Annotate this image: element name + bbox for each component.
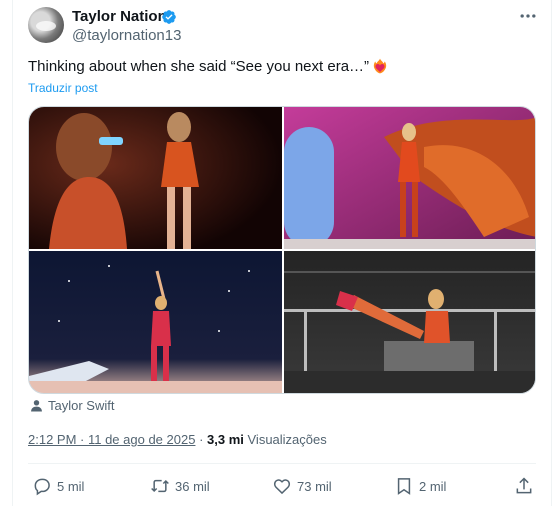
person-icon bbox=[31, 400, 42, 412]
tagged-user-label: Taylor Swift bbox=[48, 398, 115, 413]
heart-on-fire-emoji-icon bbox=[373, 58, 387, 74]
action-bar: 5 mil 36 mil 73 mil 2 mil bbox=[28, 476, 536, 498]
author-display-name[interactable]: Taylor Nation bbox=[72, 8, 167, 25]
repost-count: 36 mil bbox=[175, 478, 210, 494]
repost-icon bbox=[151, 479, 169, 493]
views-count: 3,3 mi bbox=[207, 432, 244, 447]
bookmark-button[interactable]: 2 mil bbox=[394, 476, 446, 496]
like-count: 73 mil bbox=[297, 478, 332, 494]
tweet-body: Thinking about when she said “See you ne… bbox=[28, 58, 388, 75]
meta-separator: · bbox=[195, 432, 208, 447]
media-photo-4[interactable] bbox=[284, 251, 535, 393]
like-button[interactable]: 73 mil bbox=[272, 476, 332, 496]
translate-post-link[interactable]: Traduzir post bbox=[28, 81, 98, 95]
reply-button[interactable]: 5 mil bbox=[32, 476, 84, 496]
share-button[interactable] bbox=[514, 476, 534, 496]
stage-photo-image bbox=[284, 107, 535, 249]
more-options-icon[interactable] bbox=[518, 6, 538, 26]
concert-photo-image bbox=[29, 107, 282, 249]
bookmark-count: 2 mil bbox=[419, 478, 447, 494]
stage-dance-photo-image bbox=[29, 251, 282, 393]
repost-button[interactable]: 36 mil bbox=[150, 476, 210, 496]
tagged-user[interactable]: Taylor Swift bbox=[30, 398, 114, 413]
media-photo-1[interactable] bbox=[29, 107, 282, 249]
media-photo-3[interactable] bbox=[29, 251, 282, 393]
divider bbox=[28, 463, 536, 464]
verified-badge-icon[interactable] bbox=[161, 9, 177, 25]
timestamp-link[interactable]: 2:12 PM · 11 de ago de 2025 bbox=[28, 432, 195, 447]
author-handle[interactable]: @taylornation13 bbox=[72, 27, 181, 44]
media-grid bbox=[28, 106, 536, 394]
reply-icon bbox=[34, 478, 50, 496]
tweet-text: Thinking about when she said “See you ne… bbox=[28, 58, 370, 75]
views-label: Visualizações bbox=[247, 432, 327, 447]
bookmark-icon bbox=[397, 478, 411, 495]
heart-icon bbox=[273, 479, 291, 495]
media-photo-2[interactable] bbox=[284, 107, 535, 249]
avatar[interactable] bbox=[28, 7, 64, 43]
share-icon bbox=[516, 477, 532, 494]
stage-platform-photo-image bbox=[284, 251, 535, 393]
reply-count: 5 mil bbox=[57, 478, 85, 494]
tweet-metadata: 2:12 PM · 11 de ago de 2025 · 3,3 mi Vis… bbox=[28, 432, 327, 447]
